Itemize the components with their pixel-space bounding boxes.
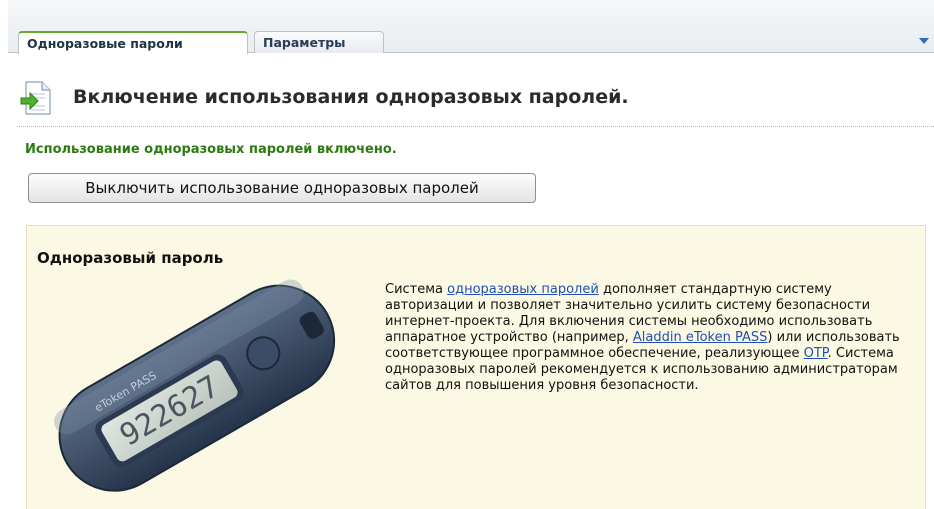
info-text-part: Система	[385, 282, 448, 297]
info-title: Одноразовый пароль	[37, 249, 224, 267]
disable-otp-button[interactable]: Выключить использование одноразовых паро…	[28, 173, 536, 203]
tab-parameters[interactable]: Параметры	[254, 31, 384, 53]
document-arrow-icon	[20, 81, 51, 115]
page-title: Включение использования одноразовых паро…	[73, 86, 629, 108]
tabs-dropdown-icon[interactable]	[919, 38, 929, 44]
aladdin-etoken-link[interactable]: Aladdin eToken PASS	[633, 330, 767, 345]
tab-one-time-passwords[interactable]: Одноразовые пароли	[18, 31, 248, 54]
status-message: Использование одноразовых паролей включе…	[25, 142, 397, 157]
info-description: Система одноразовых паролей дополняет ст…	[385, 282, 905, 394]
title-divider	[17, 126, 934, 127]
otp-token-device-icon: 922627 eToken PASS	[54, 279, 336, 492]
otp-link[interactable]: одноразовых паролей	[447, 282, 599, 297]
otp-abbr-link[interactable]: OTP	[804, 346, 828, 361]
